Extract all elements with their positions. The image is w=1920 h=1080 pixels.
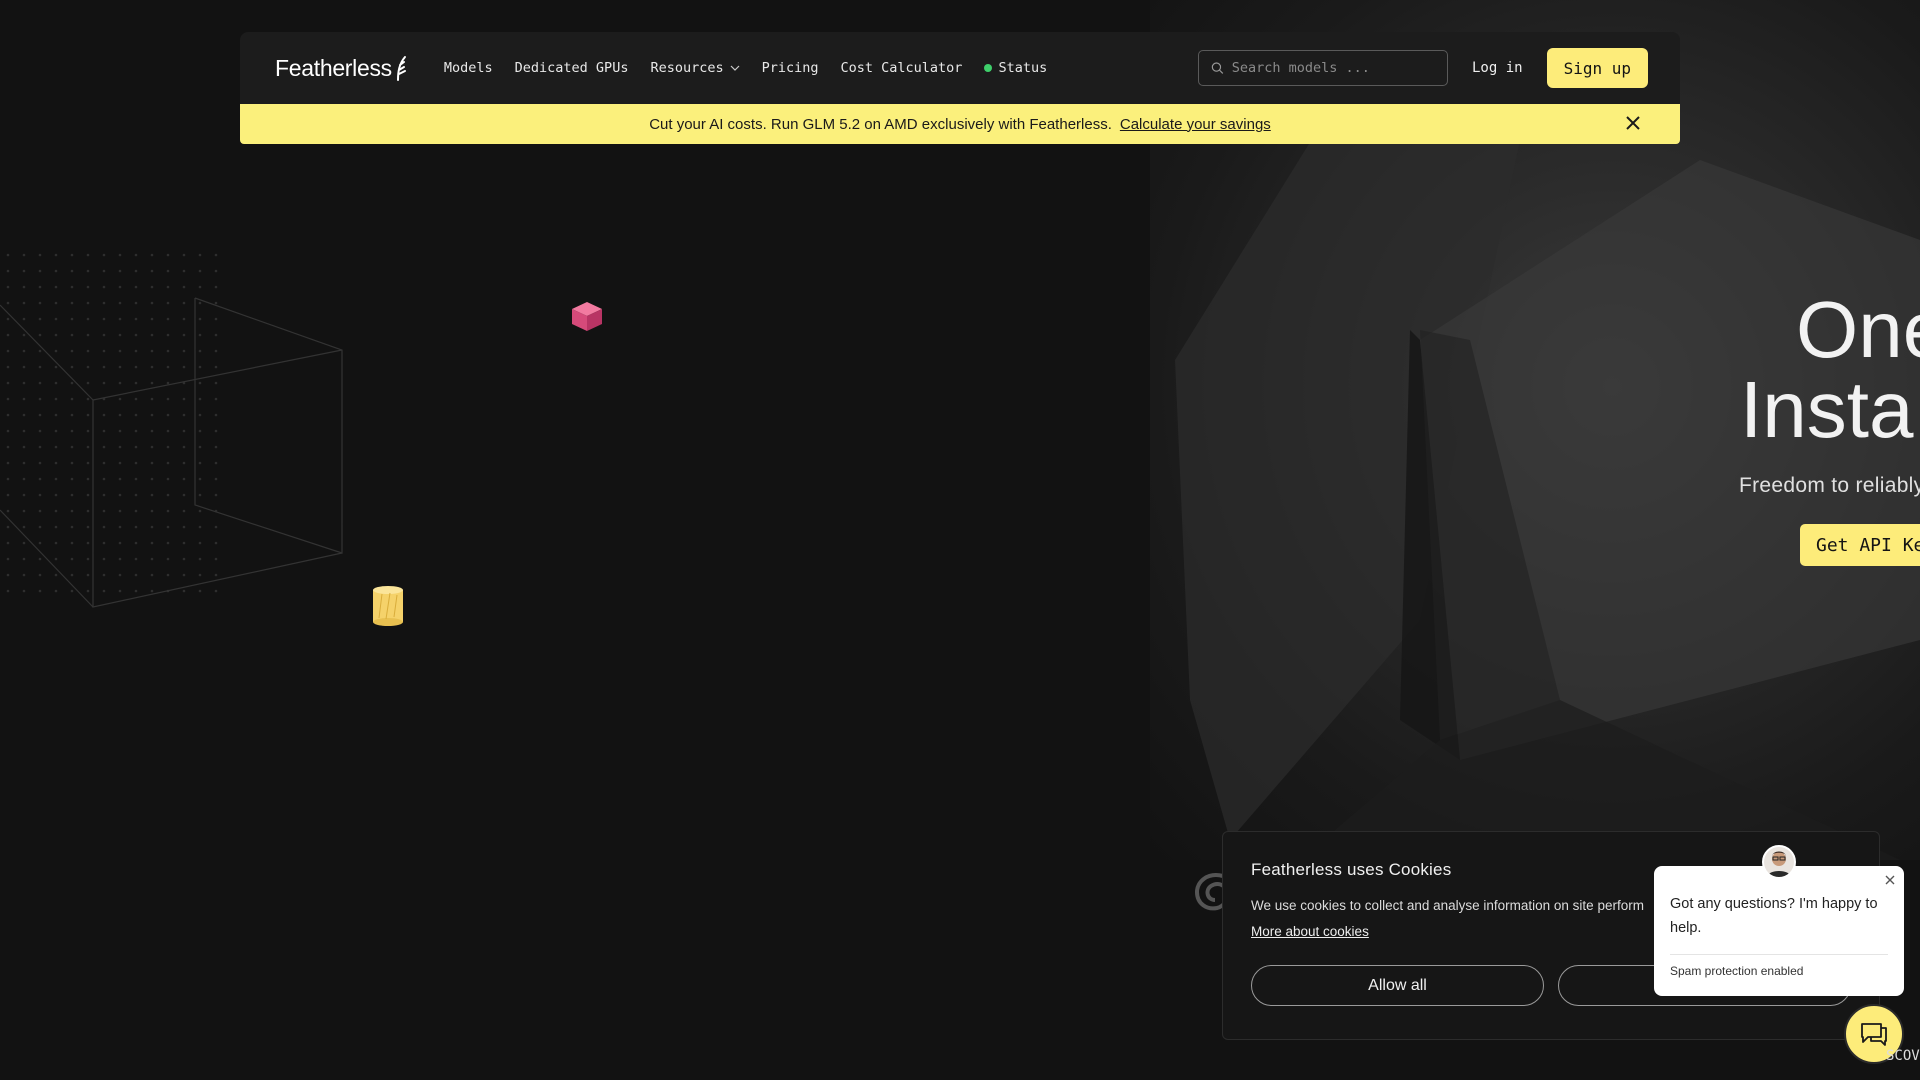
nav-link-resources[interactable]: Resources: [650, 60, 740, 76]
login-link[interactable]: Log in: [1472, 60, 1523, 76]
dot-grid: (function(){ var g = document.currentScr…: [6, 253, 218, 593]
hero-title-line-2: Insta: [1740, 365, 1914, 454]
feather-logo-icon: [396, 56, 406, 81]
spam-protection-note: Spam protection enabled: [1670, 954, 1888, 978]
promo-banner-text: Cut your AI costs. Run GLM 5.2 on AMD ex…: [649, 115, 1112, 133]
close-icon[interactable]: [1884, 874, 1896, 886]
get-api-key-button[interactable]: Get API Ke: [1800, 524, 1920, 566]
calculate-savings-link[interactable]: Calculate your savings: [1120, 116, 1271, 133]
nav-link-cost-calculator[interactable]: Cost Calculator: [841, 60, 963, 76]
nav-link-dedicated-gpus[interactable]: Dedicated GPUs: [515, 60, 629, 76]
search-box[interactable]: [1197, 50, 1448, 86]
nav-link-pricing[interactable]: Pricing: [762, 60, 819, 76]
allow-all-cookies-button[interactable]: Allow all: [1251, 965, 1544, 1006]
pink-cube-icon: [572, 302, 602, 331]
clipped-footer-text: SCOV: [1886, 1048, 1920, 1064]
nav-link-status[interactable]: Status: [984, 60, 1047, 76]
yellow-cylinder-icon: [373, 586, 403, 626]
nav-link-models[interactable]: Models: [444, 60, 493, 76]
logo[interactable]: Featherless: [275, 54, 408, 82]
hero-subtitle: Freedom to reliably: [1739, 474, 1920, 497]
hero-title: One Insta: [1740, 290, 1920, 450]
top-navigation: Featherless Models Dedicated GPUs Resour…: [240, 32, 1680, 104]
search-input[interactable]: [1231, 60, 1435, 76]
chat-question: Got any questions? I'm happy to help.: [1670, 896, 1878, 936]
chat-bubble-icon: [1861, 1023, 1887, 1046]
close-icon[interactable]: [1624, 114, 1642, 132]
logo-text: Featherless: [275, 54, 392, 81]
more-about-cookies-link[interactable]: More about cookies: [1251, 924, 1369, 939]
nav-link-status-label: Status: [998, 60, 1048, 76]
chevron-down-icon: [730, 65, 740, 71]
support-agent-avatar: [1762, 845, 1796, 879]
search-icon: [1211, 62, 1224, 74]
promo-banner: Cut your AI costs. Run GLM 5.2 on AMD ex…: [240, 104, 1680, 144]
hero-title-line-1: One: [1796, 285, 1920, 374]
status-indicator-dot: [984, 64, 993, 72]
wireframe-box: [0, 297, 343, 608]
chat-popup: Got any questions? I'm happy to help. Sp…: [1654, 866, 1904, 996]
signup-button[interactable]: Sign up: [1546, 48, 1648, 88]
nav-link-resources-label: Resources: [650, 60, 724, 76]
